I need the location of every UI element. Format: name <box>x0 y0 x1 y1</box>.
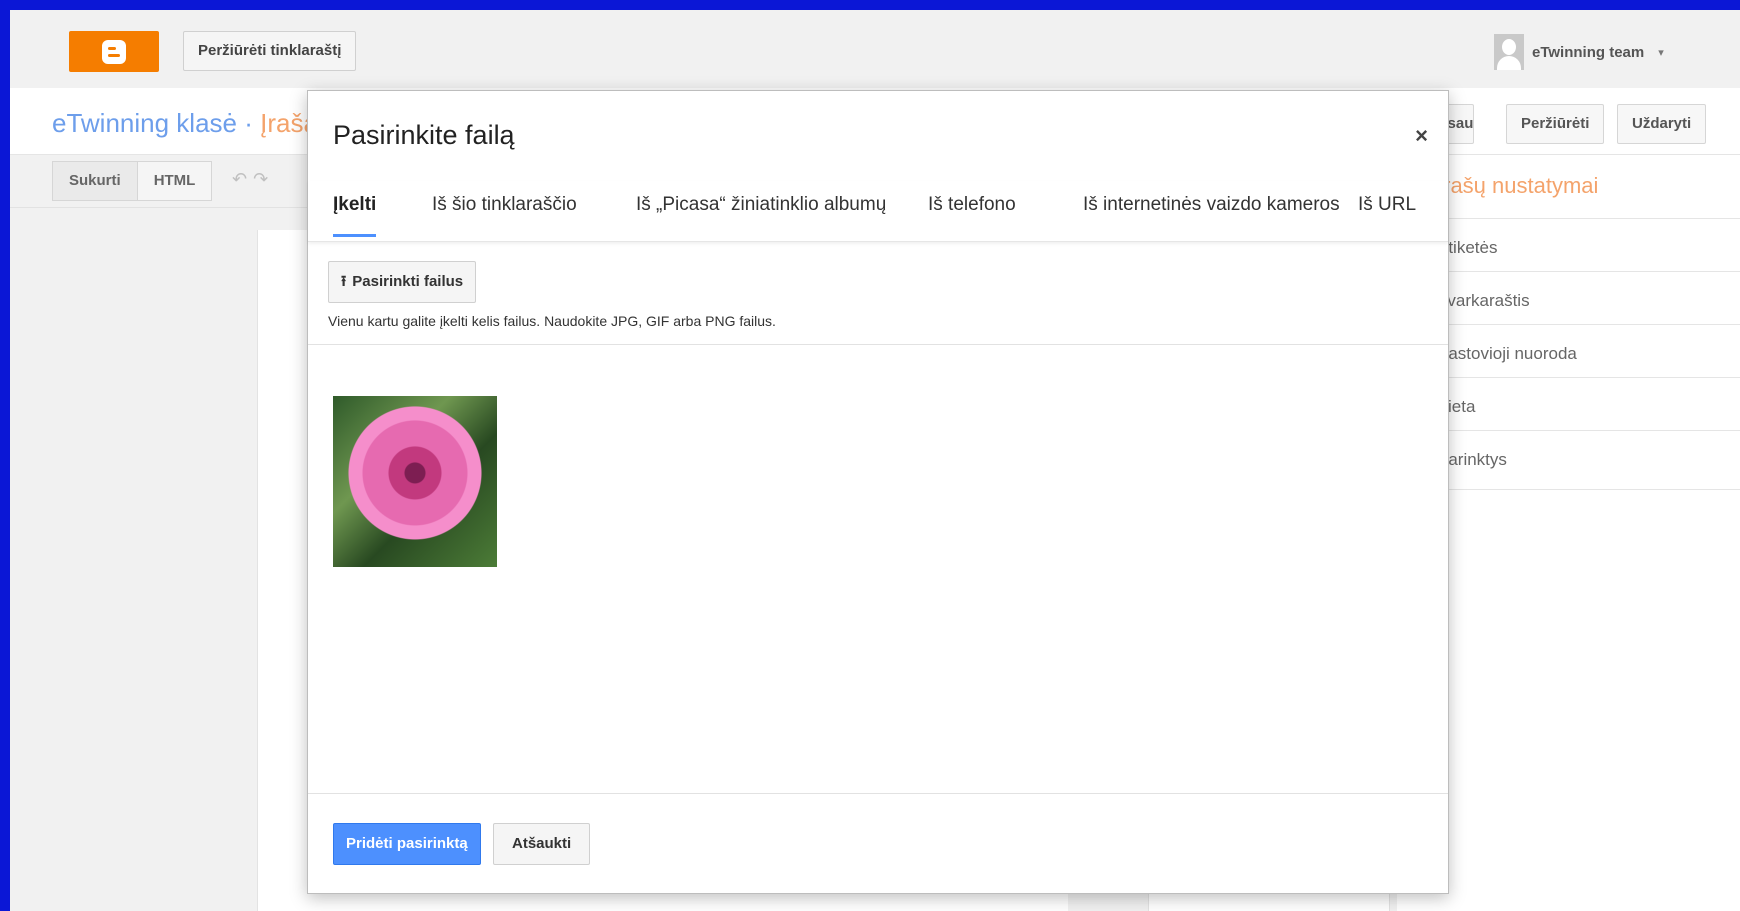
settings-item-permalink[interactable]: Pastovioji nuoroda <box>1437 324 1740 383</box>
tab-upload[interactable]: Įkelti <box>333 194 377 237</box>
tab-from-url[interactable]: Iš URL <box>1358 194 1416 234</box>
upload-hint: Vienu kartu galite įkelti kelis failus. … <box>328 313 776 329</box>
undo-redo-group: ↶↷ <box>232 169 274 190</box>
settings-title: Įrašų nustatymai <box>1437 173 1599 198</box>
undo-icon[interactable]: ↶ <box>232 169 253 189</box>
tab-from-phone[interactable]: Iš telefono <box>928 194 1016 234</box>
view-blog-button[interactable]: Peržiūrėti tinklaraštį <box>183 31 357 71</box>
choose-files-button[interactable]: ⭱ Pasirinkti failus <box>328 261 477 303</box>
chevron-down-icon: ▾ <box>1658 46 1664 59</box>
tab-html[interactable]: HTML <box>137 161 213 201</box>
upload-icon: ⭱ <box>341 273 347 290</box>
settings-item-location[interactable]: Vieta <box>1437 377 1740 436</box>
preview-button[interactable]: Peržiūrėti <box>1506 104 1605 144</box>
avatar <box>1494 34 1524 70</box>
uploaded-image-thumbnail[interactable] <box>333 396 497 567</box>
user-name: eTwinning team <box>1532 43 1645 61</box>
browser-viewport: Peržiūrėti tinklaraštį eTwinning team ▾ … <box>10 10 1740 911</box>
redo-icon[interactable]: ↷ <box>253 169 274 189</box>
cancel-button[interactable]: Atšaukti <box>493 823 591 865</box>
tab-from-picasa[interactable]: Iš „Picasa“ žiniatinklio albumų <box>636 194 886 234</box>
settings-item-options[interactable]: Parinktys <box>1437 430 1740 490</box>
close-editor-button[interactable]: Uždaryti <box>1617 104 1707 144</box>
close-icon[interactable]: × <box>1415 123 1428 149</box>
blog-title: eTwinning klasė · Įrašas <box>52 108 331 139</box>
dialog-title: Pasirinkite failą <box>333 120 515 150</box>
tab-compose[interactable]: Sukurti <box>52 161 138 201</box>
settings-item-schedule[interactable]: Tvarkaraštis <box>1437 271 1740 330</box>
breadcrumb-separator: · <box>237 108 261 138</box>
upload-section: ⭱ Pasirinkti failus Vienu kartu galite įk… <box>308 242 1448 345</box>
tab-from-blog[interactable]: Iš šio tinklaraščio <box>432 194 577 234</box>
blogger-logo[interactable] <box>69 31 159 72</box>
settings-item-labels[interactable]: Etiketės <box>1437 218 1740 277</box>
blogger-logo-icon <box>102 39 126 64</box>
editor-mode-tabs: Sukurti HTML <box>52 161 213 201</box>
file-picker-dialog: Pasirinkite failą × Įkelti Iš šio tinkla… <box>307 90 1449 894</box>
account-menu[interactable]: eTwinning team ▾ <box>1494 34 1664 70</box>
dialog-footer: Pridėti pasirinktą Atšaukti <box>308 793 1448 894</box>
blogger-topbar: Peržiūrėti tinklaraštį eTwinning team ▾ <box>10 10 1740 88</box>
blog-name[interactable]: eTwinning klasė <box>52 108 237 138</box>
source-tabs: Įkelti Iš šio tinklaraščio Iš „Picasa“ ž… <box>308 181 1448 242</box>
add-selected-button[interactable]: Pridėti pasirinktą <box>333 823 481 865</box>
choose-files-label: Pasirinkti failus <box>352 273 464 290</box>
tab-from-webcam[interactable]: Iš internetinės vaizdo kameros <box>1083 194 1340 234</box>
